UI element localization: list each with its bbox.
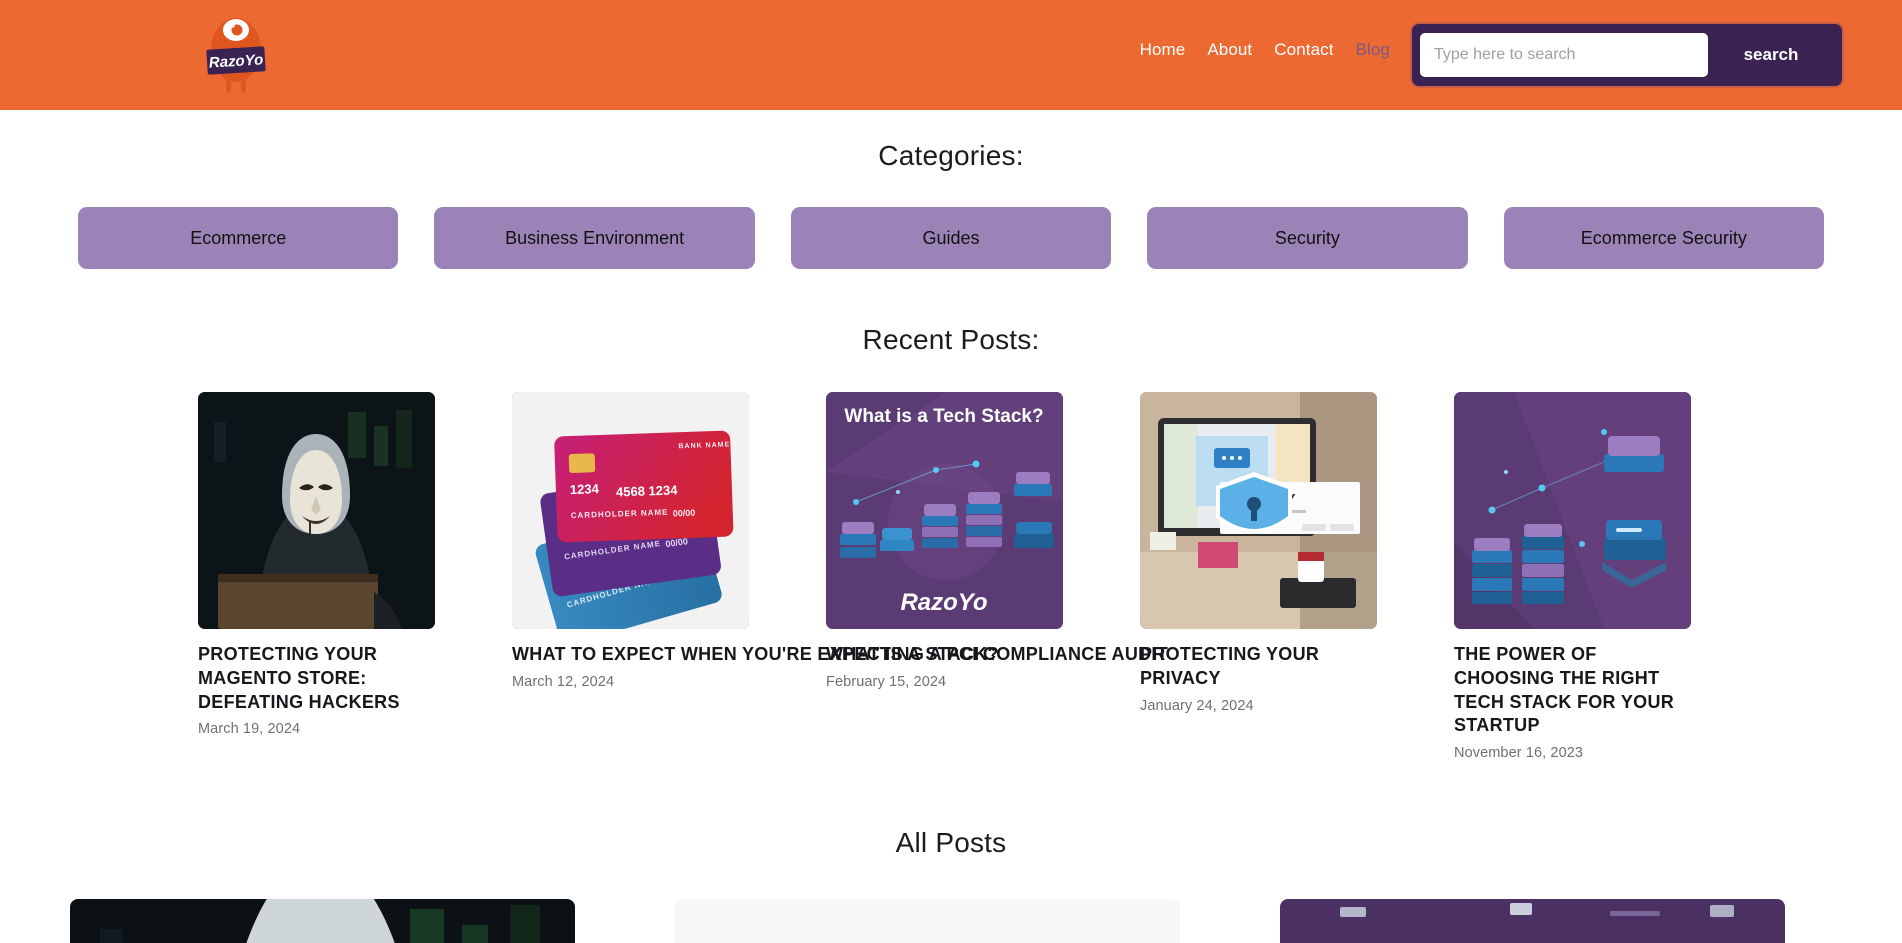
post-thumbnail-privacy: PRIVACY <box>1140 392 1377 629</box>
post-date: November 16, 2023 <box>1454 745 1584 761</box>
post-thumbnail-tech-stack-startup <box>1454 392 1691 629</box>
post-card[interactable]: THE POWER OF CHOOSING THE RIGHT TECH STA… <box>1454 392 1691 761</box>
svg-text:RazoYo: RazoYo <box>900 589 987 616</box>
search-container: search <box>1412 24 1842 86</box>
nav-link-about[interactable]: About <box>1207 40 1252 60</box>
categories-heading: Categories: <box>878 140 1024 171</box>
razoyo-logo-icon: RazoYo <box>206 18 266 93</box>
post-thumbnail-tech-stack: What is a Tech Stack? RazoYo <box>826 392 1063 629</box>
main-content: Categories: Ecommerce Business Environme… <box>0 140 1902 943</box>
svg-text:What is a Tech Stack?: What is a Tech Stack? <box>844 406 1043 427</box>
post-thumbnail-credit-cards: 1234 CARDHOLDER NAME 1234 CARDHOLDER NAM… <box>512 392 749 629</box>
all-post-card[interactable] <box>1280 899 1785 943</box>
post-card[interactable]: What is a Tech Stack? RazoYo WHAT IS A S… <box>826 392 1063 690</box>
purple-tech-stack-wide-image <box>1280 899 1785 943</box>
post-title: WHAT TO EXPECT WHEN YOU'RE EXPECTING A P… <box>512 644 1169 664</box>
post-card[interactable]: PROTECTING YOUR MAGENTO STORE: DEFEATING… <box>198 392 435 737</box>
what-is-a-tech-stack-image: What is a Tech Stack? RazoYo <box>826 392 1063 629</box>
nav-link-blog[interactable]: Blog <box>1356 40 1390 60</box>
credit-cards-fan-image: 1234 CARDHOLDER NAME 1234 CARDHOLDER NAM… <box>512 392 749 629</box>
post-thumbnail-hacker <box>198 392 435 629</box>
all-post-thumbnail-tech-stack <box>1280 899 1785 943</box>
all-posts-list <box>0 899 1902 943</box>
post-title: PROTECTING YOUR MAGENTO STORE: DEFEATING… <box>198 644 400 712</box>
category-button-guides[interactable]: Guides <box>790 207 1112 269</box>
svg-text:00/00: 00/00 <box>673 508 696 519</box>
tech-stack-servers-image <box>1454 392 1691 629</box>
recent-posts-list: PROTECTING YOUR MAGENTO STORE: DEFEATING… <box>0 392 1902 761</box>
site-header: RazoYo Home About Contact Blog search <box>0 0 1902 110</box>
post-title: THE POWER OF CHOOSING THE RIGHT TECH STA… <box>1454 644 1675 736</box>
categories-list: Ecommerce Business Environment Guides Se… <box>0 207 1902 269</box>
nav-link-contact[interactable]: Contact <box>1274 40 1333 60</box>
hooded-hacker-wide-image <box>70 899 575 943</box>
category-button-ecommerce-security[interactable]: Ecommerce Security <box>1503 207 1825 269</box>
svg-text:RazoYo: RazoYo <box>208 51 263 71</box>
all-posts-heading: All Posts <box>895 827 1007 858</box>
post-title: WHAT IS A STACK? <box>826 644 999 664</box>
all-post-thumbnail-placeholder <box>675 899 1180 943</box>
nav-link-home[interactable]: Home <box>1140 40 1186 60</box>
all-post-thumbnail-hacker <box>70 899 575 943</box>
hooded-hacker-laptop-image <box>198 392 435 629</box>
post-title: PROTECTING YOUR PRIVACY <box>1140 644 1320 688</box>
post-date: March 12, 2024 <box>512 673 615 690</box>
post-card[interactable]: 1234 CARDHOLDER NAME 1234 CARDHOLDER NAM… <box>512 392 1169 690</box>
post-date: March 19, 2024 <box>198 721 301 738</box>
category-button-business-environment[interactable]: Business Environment <box>434 207 755 269</box>
all-post-card[interactable] <box>70 899 575 943</box>
category-button-ecommerce[interactable]: Ecommerce <box>78 207 399 269</box>
all-post-card[interactable] <box>675 899 1180 943</box>
category-button-security[interactable]: Security <box>1147 207 1468 269</box>
site-logo[interactable]: RazoYo <box>200 8 272 100</box>
post-card[interactable]: PRIVACY PROTECTING YOUR PRIVACY <box>1140 392 1377 714</box>
svg-text:1234: 1234 <box>570 481 600 497</box>
search-button[interactable]: search <box>1708 45 1828 65</box>
post-date: February 15, 2024 <box>826 673 947 690</box>
search-input[interactable] <box>1420 33 1708 77</box>
recent-posts-heading: Recent Posts: <box>862 324 1040 355</box>
svg-text:4568 1234: 4568 1234 <box>616 482 679 499</box>
privacy-shield-desktop-image: PRIVACY <box>1140 392 1377 629</box>
main-navigation: Home About Contact Blog <box>1140 40 1390 60</box>
post-date: January 24, 2024 <box>1140 697 1254 714</box>
